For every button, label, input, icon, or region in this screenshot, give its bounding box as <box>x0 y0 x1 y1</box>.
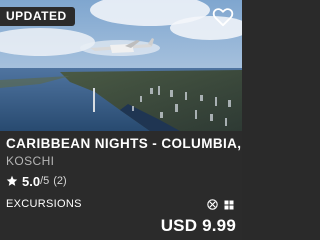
windows-icon <box>224 200 234 209</box>
heart-outline-icon <box>212 8 234 27</box>
platform-icons <box>207 199 234 210</box>
price: USD 9.99 <box>160 216 236 235</box>
rating-max: /5 <box>40 175 50 187</box>
rating-score: 5.0 <box>22 173 41 189</box>
rating: 5.0 /5 (2) <box>6 173 67 189</box>
favorite-button[interactable] <box>212 7 234 27</box>
category-label: EXCURSIONS <box>6 198 82 210</box>
product-title[interactable]: CARIBBEAN NIGHTS - COLUMBIA, P <box>6 136 242 151</box>
updated-badge: UPDATED <box>0 7 75 26</box>
author-name[interactable]: KOSCHI <box>6 154 54 168</box>
rating-count: (2) <box>53 175 67 187</box>
xbox-icon <box>207 199 218 210</box>
star-icon <box>6 175 18 186</box>
product-card[interactable]: UPDATED CARIBBEAN NIGHTS - COLUMBIA, P K… <box>0 0 242 240</box>
